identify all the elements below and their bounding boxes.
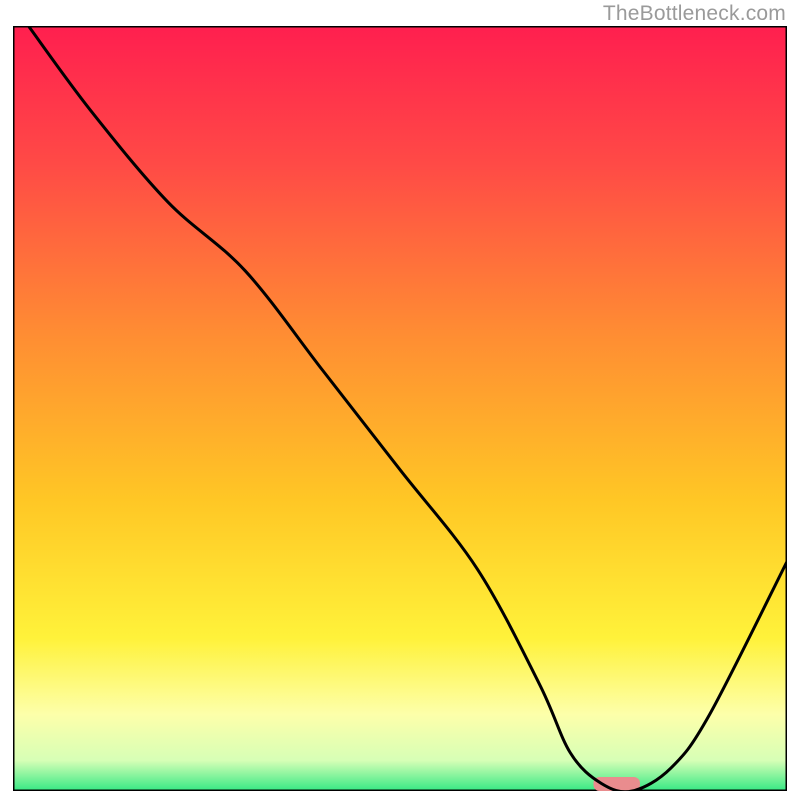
gradient-background (13, 26, 787, 791)
bottleneck-chart (13, 26, 787, 791)
watermark-text: TheBottleneck.com (603, 2, 786, 26)
chart-svg (13, 26, 787, 791)
